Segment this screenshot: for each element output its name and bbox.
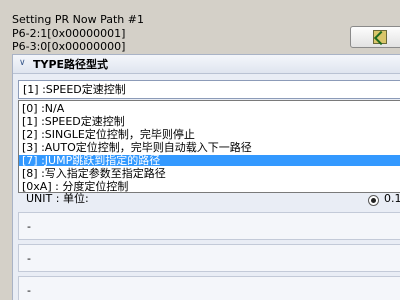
type-select-value: [1] :SPEED定速控制 — [23, 83, 126, 96]
list-item-text: - — [27, 284, 31, 297]
apply-button[interactable] — [350, 26, 400, 48]
list-item-text: - — [27, 252, 31, 265]
window-title: Setting PR Now Path #1 — [12, 13, 144, 26]
dropdown-option[interactable]: [8] :写入指定参数至指定路径 — [19, 168, 400, 179]
dropdown-option[interactable]: [0] :N/A — [19, 103, 400, 114]
dropdown-option-selected[interactable]: [7] :JUMP跳跃到指定的路径 — [19, 155, 400, 166]
dropdown-option[interactable]: [0xA] : 分度定位控制 — [19, 181, 400, 192]
type-select[interactable]: [1] :SPEED定速控制 — [18, 80, 400, 99]
confirm-arrow-icon — [373, 30, 387, 44]
unit-label: UNIT : 单位: — [26, 192, 89, 205]
collapse-chevron-icon[interactable]: ∨ — [19, 58, 26, 68]
dropdown-option[interactable]: [3] :AUTO定位控制，完毕则自动载入下一路径 — [19, 142, 400, 153]
list-item[interactable]: - — [18, 212, 400, 240]
list-item-text: - — [27, 220, 31, 233]
list-item[interactable]: - — [18, 244, 400, 272]
p6-3-value: P6-3:0[0x00000000] — [12, 40, 126, 53]
dropdown-option[interactable]: [2] :SINGLE定位控制，完毕则停止 — [19, 129, 400, 140]
unit-radio-label[interactable]: 0.1 — [384, 193, 400, 205]
type-dropdown-list[interactable]: [0] :N/A [1] :SPEED定速控制 [2] :SINGLE定位控制，… — [18, 100, 400, 193]
dropdown-option[interactable]: [1] :SPEED定速控制 — [19, 116, 400, 127]
type-section-header[interactable]: ∨ TYPE路径型式 — [13, 55, 400, 74]
unit-radio-button[interactable] — [368, 195, 379, 206]
section-title: TYPE路径型式 — [33, 58, 109, 71]
p6-2-value: P6-2:1[0x00000001] — [12, 27, 126, 40]
list-item[interactable]: - — [18, 276, 400, 300]
unit-row: UNIT : 单位: 0.1 — [18, 192, 400, 208]
